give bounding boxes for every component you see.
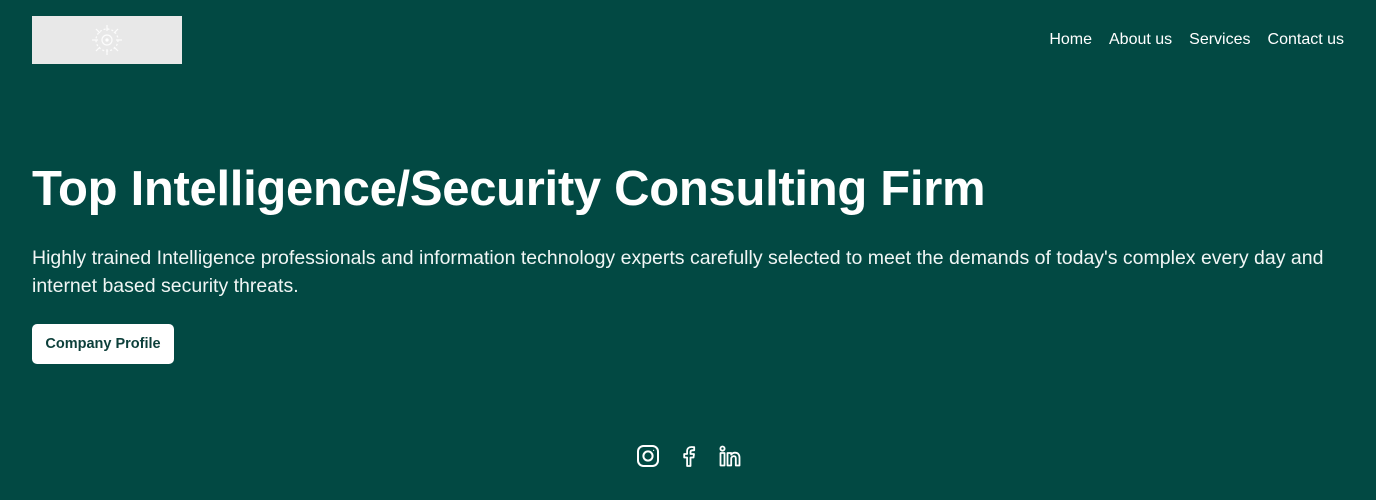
nav-services[interactable]: Services bbox=[1189, 30, 1250, 50]
linkedin-icon bbox=[719, 445, 741, 467]
facebook-link[interactable] bbox=[677, 444, 701, 468]
nav-contact-us[interactable]: Contact us bbox=[1268, 30, 1344, 50]
hero-title: Top Intelligence/Security Consulting Fir… bbox=[32, 162, 986, 216]
compass-emblem-icon bbox=[92, 25, 122, 55]
facebook-icon bbox=[683, 446, 696, 467]
instagram-icon bbox=[637, 445, 659, 467]
social-links bbox=[636, 444, 742, 468]
nav-home[interactable]: Home bbox=[1049, 30, 1092, 50]
hero-subtitle: Highly trained Intelligence professional… bbox=[32, 247, 1324, 297]
main-nav: Home About us Services Contact us bbox=[1049, 30, 1344, 50]
nav-about-us[interactable]: About us bbox=[1109, 30, 1172, 50]
site-logo[interactable] bbox=[32, 16, 182, 64]
linkedin-link[interactable] bbox=[718, 444, 742, 468]
instagram-link[interactable] bbox=[636, 444, 660, 468]
company-profile-button[interactable]: Company Profile bbox=[32, 324, 174, 364]
